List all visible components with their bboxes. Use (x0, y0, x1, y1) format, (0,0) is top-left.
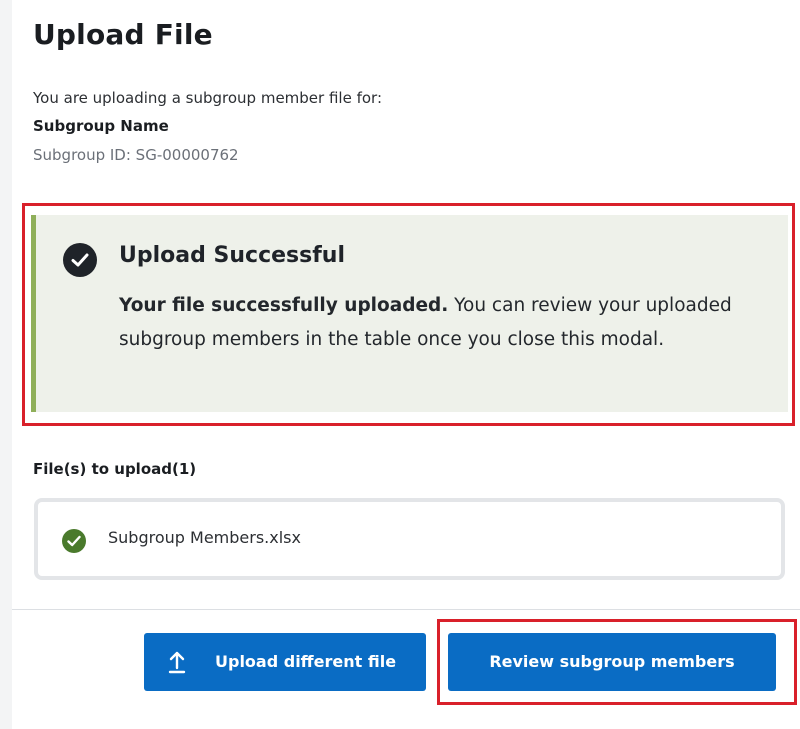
subgroup-id: Subgroup ID: SG-00000762 (33, 146, 239, 164)
file-name: Subgroup Members.xlsx (108, 528, 301, 547)
upload-different-file-label: Upload different file (215, 652, 397, 671)
files-to-upload-label: File(s) to upload(1) (33, 460, 197, 478)
review-subgroup-members-button[interactable]: Review subgroup members (448, 633, 776, 691)
upload-different-file-button[interactable]: Upload different file (144, 633, 426, 691)
check-circle-icon (63, 243, 97, 277)
alert-message-bold: Your file successfully uploaded. (119, 295, 449, 316)
file-list-item: Subgroup Members.xlsx (34, 498, 785, 580)
upload-intro-text: You are uploading a subgroup member file… (33, 89, 382, 107)
footer-divider (12, 609, 800, 610)
alert-message: Your file successfully uploaded. You can… (119, 289, 769, 357)
subgroup-name: Subgroup Name (33, 117, 169, 135)
upload-arrow-icon (168, 650, 186, 678)
success-check-icon (62, 529, 86, 553)
upload-success-alert: Upload Successful Your file successfully… (31, 215, 788, 412)
upload-file-modal: Upload File You are uploading a subgroup… (12, 0, 800, 729)
alert-heading: Upload Successful (119, 243, 345, 268)
modal-title: Upload File (33, 18, 213, 51)
review-subgroup-members-label: Review subgroup members (489, 652, 735, 671)
